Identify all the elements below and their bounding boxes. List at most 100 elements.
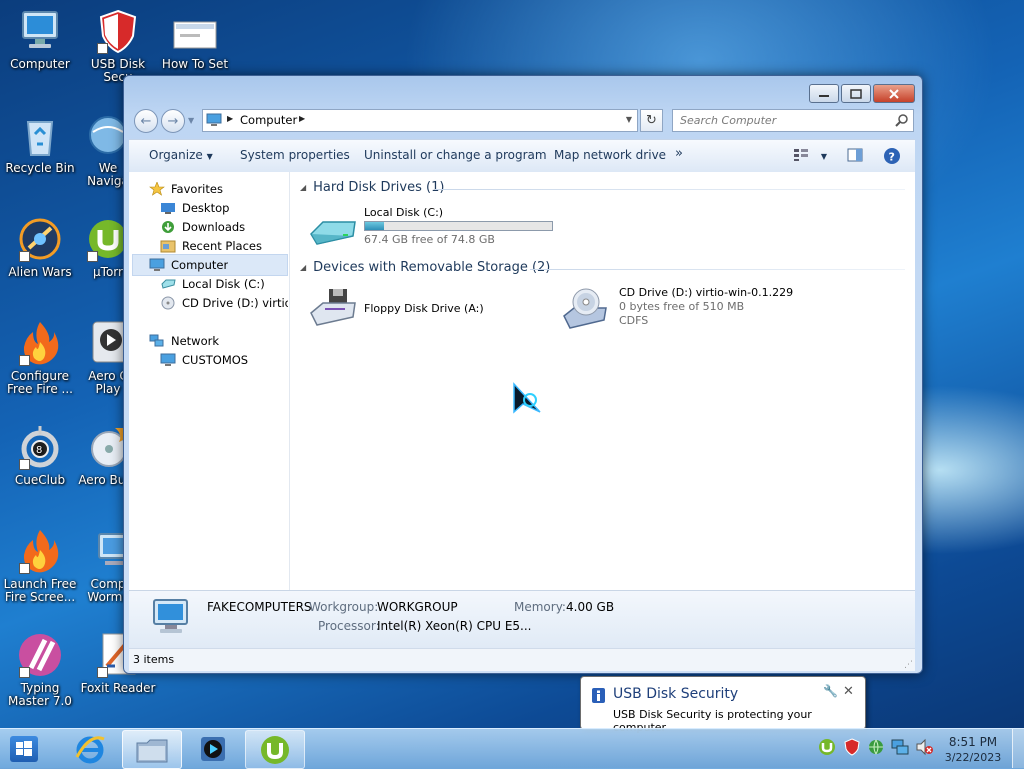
tray-usb-disk-security-icon[interactable] [843, 738, 861, 756]
desktop-icon-cueclub[interactable]: 8 CueClub [0, 424, 80, 487]
address-dropdown-icon[interactable]: ▼ [626, 115, 632, 124]
document-icon [172, 8, 218, 54]
refresh-button[interactable]: ↻ [640, 109, 663, 132]
nav-item-customos[interactable]: CUSTOMOS [160, 351, 248, 369]
desktop-icon-computer[interactable]: Computer [0, 8, 80, 71]
minimize-button[interactable] [809, 84, 839, 103]
taskbar-clock[interactable]: 8:51 PM 3/22/2023 [940, 734, 1006, 766]
desktop-icon-label: Recycle Bin [5, 161, 75, 175]
desktop-icon-how-to-set[interactable]: How To Set [155, 8, 235, 71]
drive-cd-d[interactable]: CD Drive (D:) virtio-win-0.1.229 0 bytes… [560, 284, 820, 334]
start-button[interactable] [10, 736, 38, 762]
nav-item-network[interactable]: Network [149, 332, 219, 350]
cd-drive-icon [161, 296, 175, 310]
view-dropdown-icon[interactable]: ▼ [821, 152, 827, 161]
processor-label: Processor: [318, 619, 380, 633]
group-divider [435, 189, 905, 190]
desktop-icon-alien-wars[interactable]: Alien Wars [0, 216, 80, 279]
drive-name: Local Disk (C:) [364, 206, 444, 219]
tray-network-globe-icon[interactable] [867, 738, 885, 756]
cueclub-icon: 8 [17, 424, 63, 470]
folder-icon [136, 739, 168, 762]
breadcrumb-computer[interactable]: Computer [240, 113, 297, 127]
recycle-bin-icon [17, 112, 63, 158]
desktop-icon-launch-free-fire[interactable]: Launch Free Fire Scree... [0, 528, 80, 604]
group-header-hard-disk-drives[interactable]: ◢ Hard Disk Drives (1) [300, 180, 444, 195]
collapse-icon[interactable]: ◢ [300, 263, 306, 272]
media-player-icon [201, 736, 225, 761]
typing-master-icon [17, 632, 63, 678]
search-input[interactable]: Search Computer [680, 114, 776, 127]
system-properties-button[interactable]: System properties [240, 148, 350, 162]
desktop-icon-label: How To Set [161, 57, 229, 71]
show-desktop-button[interactable] [1012, 729, 1024, 768]
recent-pages-chevron-icon[interactable]: ▼ [188, 116, 194, 125]
back-button[interactable]: ← [134, 109, 158, 133]
desktop-icon-label: Launch Free Fire Scree... [3, 577, 77, 604]
network-icon [149, 334, 164, 347]
nav-item-downloads[interactable]: Downloads [160, 218, 245, 236]
tray-volume-muted-icon[interactable] [915, 738, 933, 756]
svg-text:8: 8 [36, 445, 42, 456]
desktop-icon-label: CueClub [14, 473, 66, 487]
change-view-button[interactable]: ▼ [793, 148, 827, 165]
svg-text:?: ? [889, 151, 895, 164]
preview-pane-button[interactable] [847, 148, 863, 165]
close-button[interactable] [873, 84, 915, 103]
recent-places-icon [160, 240, 176, 253]
drive-floppy-a[interactable]: Floppy Disk Drive (A:) [305, 287, 535, 327]
hard-drive-icon [310, 221, 356, 245]
computer-icon [17, 8, 63, 54]
nav-item-favorites[interactable]: Favorites [149, 180, 223, 198]
nav-item-computer[interactable]: Computer [149, 256, 228, 274]
organize-button[interactable]: Organize ▼ [149, 148, 213, 162]
file-list: ◢ Hard Disk Drives (1) Local Disk (C:) 6… [290, 172, 915, 590]
explorer-window[interactable]: ← → ▼ ▶ Computer ▶ ▼ ↻ Search Computer O… [123, 75, 923, 674]
taskbar-windows-explorer[interactable] [122, 730, 182, 769]
arrow-right-icon: → [167, 113, 179, 129]
clock-time: 8:51 PM [948, 735, 998, 749]
tray-utorrent-icon[interactable] [818, 738, 836, 756]
breadcrumb-chevron-icon[interactable]: ▶ [227, 114, 233, 123]
uninstall-program-button[interactable]: Uninstall or change a program [364, 148, 547, 162]
more-commands-button[interactable]: » [675, 146, 683, 161]
maximize-button[interactable] [841, 84, 871, 103]
breadcrumb-chevron-icon[interactable]: ▶ [299, 114, 305, 123]
clock-date: 3/22/2023 [944, 751, 1002, 764]
forward-button[interactable]: → [161, 109, 185, 133]
address-bar[interactable]: ▶ Computer ▶ ▼ [202, 109, 638, 132]
nav-item-recent-places[interactable]: Recent Places [160, 237, 262, 255]
nav-item-local-disk[interactable]: Local Disk (C:) [160, 275, 265, 293]
notification-close-icon[interactable]: ✕ [843, 684, 854, 699]
tray-network-icon[interactable] [891, 738, 909, 756]
map-network-drive-button[interactable]: Map network drive [554, 148, 666, 162]
usb-disk-security-icon [95, 8, 141, 54]
desktop-icon-configure-free-fire[interactable]: Configure Free Fire ... [0, 320, 80, 396]
taskbar-media-player[interactable] [184, 730, 242, 767]
taskbar-internet-explorer[interactable] [61, 730, 119, 767]
desktop-icon-label: Typing Master 7.0 [8, 681, 72, 708]
desktop-icon-label: Computer [10, 57, 70, 71]
search-icon [895, 114, 908, 127]
collapse-icon[interactable]: ◢ [300, 183, 306, 192]
notification-options-icon[interactable]: 🔧 [823, 684, 838, 698]
desktop-icon-usb-disk-security[interactable]: USB Disk Secu [78, 8, 158, 84]
desktop-icon-typing-master[interactable]: Typing Master 7.0 [0, 632, 80, 708]
notification-balloon[interactable]: USB Disk Security USB Disk Security is p… [580, 676, 866, 734]
drive-local-disk-c[interactable]: Local Disk (C:) 67.4 GB free of 74.8 GB [305, 204, 555, 248]
drive-free-space: 67.4 GB free of 74.8 GB [364, 233, 495, 246]
desktop-icon-recycle-bin[interactable]: Recycle Bin [0, 112, 80, 175]
arrow-left-icon: ← [140, 113, 152, 129]
taskbar-utorrent[interactable] [245, 730, 305, 769]
resize-grip-icon[interactable]: ⋰ [904, 660, 913, 670]
star-icon [149, 182, 165, 196]
help-button[interactable]: ? [883, 147, 901, 168]
nav-item-desktop[interactable]: Desktop [160, 199, 229, 217]
aero-busy-cursor-icon [513, 382, 541, 414]
search-box[interactable]: Search Computer [672, 109, 914, 132]
drive-name: CD Drive (D:) virtio-win-0.1.229 [619, 286, 794, 299]
group-header-removable-storage[interactable]: ◢ Devices with Removable Storage (2) [300, 260, 550, 275]
floppy-drive-icon [310, 289, 356, 326]
drive-file-system: CDFS [619, 314, 649, 327]
nav-item-cd-drive[interactable]: CD Drive (D:) virtio-w [160, 294, 288, 312]
